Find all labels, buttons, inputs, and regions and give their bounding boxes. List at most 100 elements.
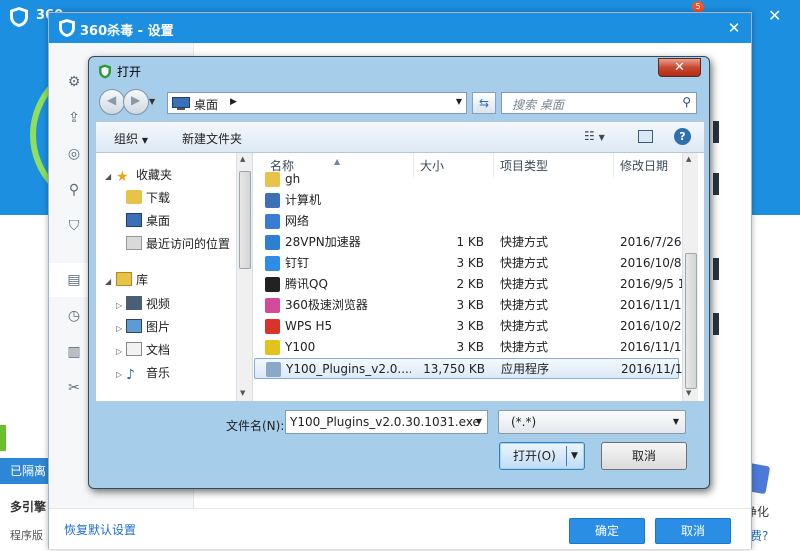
file-name: 28VPN加速器 (285, 235, 361, 249)
shield-icon[interactable]: ⛉ (65, 217, 83, 235)
recent-locations-dropdown-icon[interactable]: ▼ (149, 97, 155, 106)
nav-desktop[interactable]: 桌面 (126, 211, 170, 231)
nav-favorites-label: 收藏夹 (136, 168, 173, 182)
scroll-down-icon[interactable]: ▼ (240, 389, 245, 397)
green-indicator (0, 425, 6, 451)
search-icon[interactable]: ⚲ (65, 181, 83, 199)
target-icon[interactable]: ◎ (65, 145, 83, 163)
file-size: 1 KB (456, 235, 484, 249)
nav-pictures[interactable]: 图片 (126, 317, 170, 337)
filename-input[interactable]: Y100_Plugins_v2.0.30.1031.exe ▼ (285, 410, 488, 434)
tools-icon[interactable]: ✂ (65, 379, 83, 397)
file-row[interactable]: gh (254, 169, 679, 190)
video-icon (126, 296, 142, 310)
open-file-dialog: 打开 ✕ ◀ ▶ ▼ 桌面 ▶ ▼ ⇆ 搜索 桌面 ⚲ 组织 ▼ 新建文件夹 ☷… (88, 56, 710, 489)
background-close-icon[interactable]: ✕ (768, 6, 781, 25)
nav-downloads[interactable]: 下载 (126, 188, 170, 208)
file-row[interactable]: Y100_Plugins_v2.0.... 13,750 KB 应用程序 2016/1… (254, 358, 685, 379)
nav-music[interactable]: ♪ 音乐 (126, 363, 170, 383)
file-size: 3 KB (456, 298, 484, 312)
scroll-down-icon[interactable]: ▼ (686, 389, 691, 397)
nav-libraries[interactable]: 库 (116, 270, 148, 290)
file-row[interactable]: 计算机 (254, 190, 679, 211)
expand-arrow-icon[interactable]: ▷ (116, 324, 122, 333)
library-icon (116, 272, 132, 286)
file-type: 应用程序 (501, 362, 550, 376)
address-bar[interactable]: 桌面 ▶ ▼ (167, 92, 467, 114)
expand-arrow-icon[interactable]: ◢ (105, 172, 111, 181)
scroll-up-icon[interactable]: ▲ (240, 155, 245, 163)
search-icon[interactable]: ⚲ (682, 95, 691, 109)
file-name: gh (285, 172, 301, 186)
search-box[interactable]: 搜索 桌面 ⚲ (501, 92, 697, 114)
file-list-scrollbar[interactable]: ▲ ▼ (682, 153, 698, 401)
chart-icon[interactable]: ▥ (65, 343, 83, 361)
nav-music-label: 音乐 (146, 366, 171, 380)
restore-defaults-link[interactable]: 恢复默认设置 (64, 521, 136, 538)
chevron-down-icon[interactable]: ▼ (673, 411, 679, 433)
file-row[interactable]: 360极速浏览器 3 KB 快捷方式 2016/11/10 (254, 295, 684, 316)
nav-recent[interactable]: 最近访问的位置 (126, 234, 230, 254)
scrollbar-thumb[interactable] (685, 253, 697, 389)
chevron-down-icon[interactable]: ▼ (476, 411, 482, 433)
file-row[interactable]: 28VPN加速器 1 KB 快捷方式 2016/7/26 9 (254, 232, 684, 253)
chevron-right-icon[interactable]: ▶ (230, 97, 237, 107)
address-text: 桌面 (194, 98, 219, 112)
new-folder-button[interactable]: 新建文件夹 (182, 130, 242, 147)
picture-icon (126, 319, 142, 333)
view-options-button[interactable]: ☷ ▼ (584, 129, 605, 143)
scroll-up-icon[interactable]: ▲ (686, 155, 691, 163)
file-icon (266, 362, 281, 377)
file-row[interactable]: Y100 3 KB 快捷方式 2016/11/11 (254, 337, 684, 358)
document-icon[interactable]: ▤ (65, 271, 83, 289)
filetype-select[interactable]: (*.*) ▼ (498, 410, 686, 434)
help-icon[interactable]: ? (674, 128, 691, 145)
dialog-cancel-button[interactable]: 取消 (601, 442, 687, 470)
dialog-title: 打开 (117, 65, 142, 79)
download-folder-icon (126, 190, 142, 204)
nav-documents-label: 文档 (146, 343, 171, 357)
file-name: Y100_Plugins_v2.0.... (286, 362, 411, 376)
nav-videos[interactable]: 视频 (126, 294, 170, 314)
scrollbar-thumb[interactable] (239, 171, 251, 269)
file-name: 360极速浏览器 (285, 298, 368, 312)
shield-logo-icon (99, 64, 111, 79)
file-list-pane: ▲ 名称 大小 项目类型 修改日期 gh 计算机 网络 28VPN加速器 1 KB 快捷方式… (254, 153, 704, 401)
file-row[interactable]: WPS H5 3 KB 快捷方式 2016/10/27 (254, 316, 684, 337)
close-icon[interactable]: ✕ (725, 19, 743, 37)
preview-pane-icon[interactable] (638, 130, 653, 143)
chevron-down-icon[interactable]: ▼ (456, 97, 462, 106)
refresh-button[interactable]: ⇆ (472, 92, 496, 114)
nav-favorites[interactable]: ★ 收藏夹 (116, 165, 172, 185)
file-type: 快捷方式 (500, 319, 549, 333)
file-row[interactable]: 网络 (254, 211, 679, 232)
forward-button[interactable]: ▶ (123, 89, 149, 115)
expand-arrow-icon[interactable]: ▷ (116, 301, 122, 310)
chevron-down-icon[interactable]: ▼ (571, 443, 578, 469)
nav-pictures-label: 图片 (146, 320, 171, 334)
file-icon (265, 214, 280, 229)
organize-button[interactable]: 组织 ▼ (114, 130, 148, 147)
file-type: 快捷方式 (500, 256, 549, 270)
file-row[interactable]: 腾讯QQ 2 KB 快捷方式 2016/9/5 1 (254, 274, 684, 295)
gear-icon[interactable]: ⚙ (65, 73, 83, 91)
settings-cancel-button[interactable]: 取消 (655, 518, 731, 544)
nav-pane-scrollbar[interactable]: ▲ ▼ (236, 153, 252, 401)
expand-arrow-icon[interactable]: ◢ (105, 277, 111, 286)
expand-arrow-icon[interactable]: ▷ (116, 347, 122, 356)
schedule-icon[interactable]: ◷ (65, 307, 83, 325)
open-button[interactable]: 打开(O) ▼ (499, 442, 585, 470)
version-label: 程序版 (10, 529, 43, 542)
file-row[interactable]: 钉钉 3 KB 快捷方式 2016/10/8 1 (254, 253, 684, 274)
nav-videos-label: 视频 (146, 297, 171, 311)
search-input[interactable]: 搜索 桌面 (512, 96, 564, 113)
ok-button[interactable]: 确定 (569, 518, 645, 544)
back-button[interactable]: ◀ (99, 89, 125, 115)
multi-engine-label: 多引擎 (10, 500, 47, 514)
content-divider (713, 173, 719, 195)
expand-arrow-icon[interactable]: ▷ (116, 370, 122, 379)
upgrade-icon[interactable]: ⇪ (65, 109, 83, 127)
filename-value: Y100_Plugins_v2.0.30.1031.exe (290, 415, 480, 429)
dialog-close-button[interactable]: ✕ (658, 58, 701, 77)
nav-documents[interactable]: 文档 (126, 340, 170, 360)
